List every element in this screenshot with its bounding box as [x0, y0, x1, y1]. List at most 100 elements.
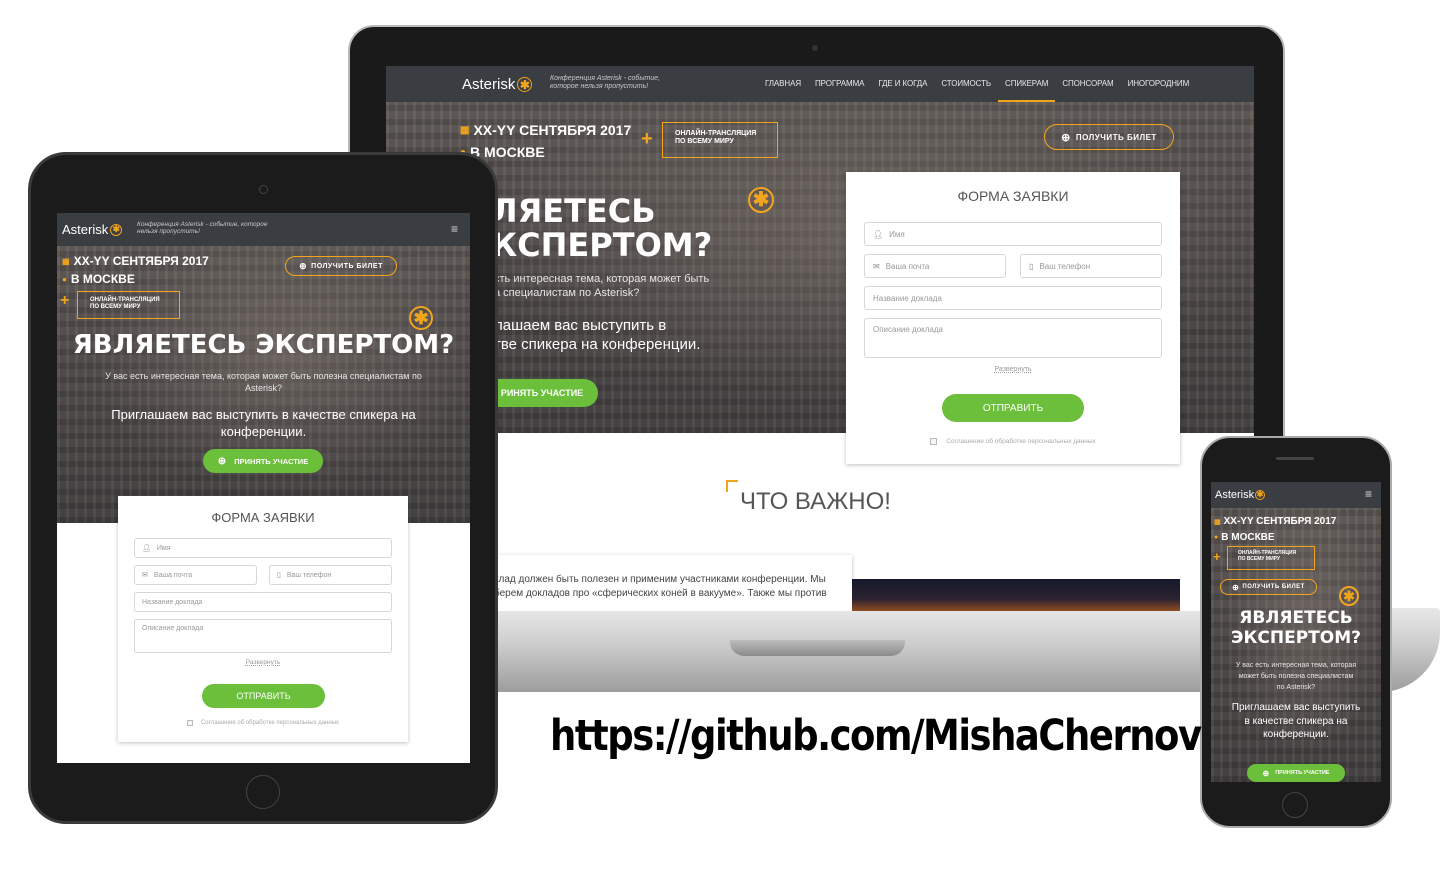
- nav-item-home[interactable]: ГЛАВНАЯ: [758, 66, 808, 102]
- location-pin-icon: ●: [62, 274, 67, 284]
- phone-get-ticket-button[interactable]: ⊕ ПОЛУЧИТЬ БИЛЕТ: [1220, 579, 1317, 595]
- phone-icon: ▯: [277, 572, 281, 579]
- plus-circle-icon: ⊕: [217, 455, 227, 467]
- github-url-caption: https://github.com/MishaChernov: [550, 710, 1202, 761]
- phone-home-button[interactable]: [1282, 792, 1308, 818]
- phone-event-city-text: В МОСКВЕ: [1221, 532, 1275, 543]
- phone-get-ticket-label: ПОЛУЧИТЬ БИЛЕТ: [1242, 584, 1305, 590]
- tagline: Конференция Asterisk - событие, которое …: [550, 75, 661, 90]
- envelope-icon: ✉: [142, 572, 148, 579]
- phone-speaker: [1276, 457, 1314, 460]
- phone-stream-badge: ОНЛАЙН-ТРАНСЛЯЦИЯ ПО ВСЕМУ МИРУ: [1227, 546, 1315, 570]
- email-placeholder: Ваша почта: [153, 571, 193, 579]
- consent-label[interactable]: Соглашение об обработке персональных дан…: [201, 720, 339, 726]
- envelope-icon: ✉: [873, 261, 880, 271]
- plus-circle-icon: ⊕: [1232, 582, 1240, 592]
- event-date-text: XX-YY СЕНТЯБРЯ 2017: [473, 122, 632, 138]
- name-input[interactable]: 👤︎ Имя: [864, 222, 1162, 246]
- hero-title-line-1: ЛЯЕТЕСЬ: [491, 192, 656, 230]
- tablet-talk-description-textarea[interactable]: Описание доклада: [134, 619, 392, 653]
- phone-logo[interactable]: Asterisk ✱: [1215, 489, 1266, 501]
- tablet-participate-button[interactable]: ⊕ ПРИНЯТЬ УЧАСТИЕ: [203, 449, 323, 473]
- phone-input[interactable]: ▯ Ваш телефон: [1020, 254, 1162, 278]
- participate-button[interactable]: РИНЯТЬ УЧАСТИЕ: [486, 379, 598, 407]
- phone-screen: Asterisk ✱ ≡ ▦ XX-YY СЕНТЯБРЯ 2017 ● В М…: [1211, 482, 1381, 782]
- consent-label[interactable]: Соглашение об обработке персональных дан…: [946, 438, 1096, 445]
- tablet-logo[interactable]: Asterisk ✱: [62, 222, 123, 237]
- phone-hero: ▦ XX-YY СЕНТЯБРЯ 2017 ● В МОСКВЕ + ОНЛАЙ…: [1211, 508, 1381, 782]
- camera-dot: [812, 45, 818, 51]
- application-form: ФОРМА ЗАЯВКИ 👤︎ Имя ✉ Ваша почта ▯ Ваш теле…: [846, 172, 1180, 464]
- expand-link[interactable]: Развернуть: [846, 366, 1180, 373]
- calendar-icon: ▦: [1214, 518, 1221, 526]
- tablet-event-city: ● В МОСКВЕ: [62, 272, 135, 286]
- asterisk-decor-icon: ✱: [1339, 586, 1359, 606]
- plus-circle-icon: ⊕: [1061, 131, 1071, 144]
- tablet-hero: ▦ XX-YY СЕНТЯБРЯ 2017 ● В МОСКВЕ + ОНЛАЙ…: [57, 246, 470, 523]
- get-ticket-button[interactable]: ⊕ ПОЛУЧИТЬ БИЛЕТ: [1044, 124, 1174, 150]
- asterisk-icon: ✱: [517, 77, 533, 92]
- tablet-tagline: Конференция Asterisk - событие, которое …: [137, 221, 268, 236]
- hero-subtitle: сть интересная тема, которая может быть …: [494, 272, 709, 300]
- plus-circle-icon: ⊕: [299, 260, 308, 271]
- phone-participate-button[interactable]: ⊕ ПРИНЯТЬ УЧАСТИЕ: [1247, 764, 1345, 782]
- talk-description-textarea[interactable]: Описание доклада: [864, 318, 1162, 358]
- phone-icon: ▯: [1029, 261, 1034, 271]
- name-placeholder: Имя: [889, 229, 905, 239]
- tablet-participate-label: ПРИНЯТЬ УЧАСТИЕ: [234, 456, 309, 466]
- consent-checkbox[interactable]: [930, 438, 938, 445]
- talk-title-placeholder: Название доклада: [142, 598, 203, 606]
- calendar-icon: ▦: [460, 124, 470, 136]
- tablet-home-button[interactable]: [246, 775, 280, 809]
- submit-button[interactable]: ОТПРАВИТЬ: [942, 394, 1084, 422]
- event-date: ▦ XX-YY СЕНТЯБРЯ 2017: [460, 122, 631, 138]
- nav-item-program[interactable]: ПРОГРАММА: [808, 66, 871, 102]
- talk-desc-placeholder: Описание доклада: [873, 325, 943, 334]
- phone-placeholder: Ваш телефон: [286, 571, 332, 579]
- nav-item-speakers[interactable]: СПИКЕРАМ: [998, 66, 1056, 102]
- talk-title-input[interactable]: Название доклада: [864, 286, 1162, 310]
- asterisk-icon: ✱: [110, 223, 123, 236]
- stream-line-1: ОНЛАЙН-ТРАНСЛЯЦИЯ: [675, 130, 757, 137]
- tablet-email-input[interactable]: ✉ Ваша почта: [134, 565, 257, 585]
- tablet-get-ticket-button[interactable]: ⊕ ПОЛУЧИТЬ БИЛЕТ: [285, 256, 397, 276]
- important-text-line-1: клад должен быть полезен и применим учас…: [494, 574, 826, 585]
- nav-item-nonresidents[interactable]: ИНОГОРОДНИМ: [1121, 66, 1197, 102]
- phone-participate-label: ПРИНЯТЬ УЧАСТИЕ: [1275, 770, 1330, 776]
- hero-invite-line-2: тве спикера на конференции.: [494, 336, 701, 353]
- phone-event-date-text: XX-YY СЕНТЯБРЯ 2017: [1223, 516, 1337, 527]
- hero-invite-line-1: лашаем вас выступить в: [494, 317, 667, 334]
- nav-item-price[interactable]: СТОИМОСТЬ: [934, 66, 998, 102]
- tablet-get-ticket-label: ПОЛУЧИТЬ БИЛЕТ: [311, 262, 383, 270]
- phone-hero-title: ЯВЛЯЕТЕСЬ ЭКСПЕРТОМ?: [1211, 608, 1381, 648]
- tablet-hero-title: ЯВЛЯЕТЕСЬ ЭКСПЕРТОМ?: [72, 330, 455, 360]
- tablet-talk-title-input[interactable]: Название доклада: [134, 592, 392, 612]
- stream-badge: ОНЛАЙН-ТРАНСЛЯЦИЯ ПО ВСЕМУ МИРУ: [662, 122, 778, 158]
- email-input[interactable]: ✉ Ваша почта: [864, 254, 1006, 278]
- tablet-phone-input[interactable]: ▯ Ваш телефон: [269, 565, 392, 585]
- talk-title-placeholder: Название доклада: [873, 293, 942, 303]
- logo[interactable]: Asterisk ✱: [462, 76, 533, 93]
- hero-subtitle-line-2: а специалистам по Asterisk?: [494, 287, 640, 299]
- tablet-name-input[interactable]: 👤︎ Имя: [134, 538, 392, 558]
- phone-navbar: Asterisk ✱ ≡: [1211, 482, 1381, 508]
- tablet-event-date-text: XX-YY СЕНТЯБРЯ 2017: [73, 254, 209, 268]
- important-text-line-2: берем докладов про «сферических коней в …: [494, 588, 827, 599]
- hero-invite: лашаем вас выступить в тве спикера на ко…: [494, 316, 700, 354]
- phone-hero-subtitle: У вас есть интересная тема, которая може…: [1235, 662, 1357, 691]
- nav-item-where-when[interactable]: ГДЕ И КОГДА: [871, 66, 934, 102]
- tablet-submit-button[interactable]: ОТПРАВИТЬ: [202, 684, 325, 708]
- tablet-event-date: ▦ XX-YY СЕНТЯБРЯ 2017: [62, 254, 209, 268]
- hamburger-icon[interactable]: ≡: [451, 222, 458, 236]
- plus-icon: +: [60, 292, 70, 309]
- phone-event-city: ● В МОСКВЕ: [1214, 532, 1275, 543]
- tablet-application-form: ФОРМА ЗАЯВКИ 👤︎ Имя ✉ Ваша почта ▯ Ваш теле…: [118, 496, 408, 742]
- phone-hero-invite: Приглашаем вас выступить в качестве спик…: [1231, 702, 1361, 740]
- consent-checkbox[interactable]: [186, 720, 193, 726]
- tablet-consent-row: Соглашение об обработке персональных дан…: [118, 720, 408, 726]
- stream-line-2: ПО ВСЕМУ МИРУ: [1238, 555, 1281, 562]
- plus-icon: +: [641, 128, 653, 150]
- hamburger-icon[interactable]: ≡: [1365, 487, 1372, 501]
- nav-item-sponsors[interactable]: СПОНСОРАМ: [1055, 66, 1120, 102]
- tablet-expand-link[interactable]: Развернуть: [118, 659, 408, 666]
